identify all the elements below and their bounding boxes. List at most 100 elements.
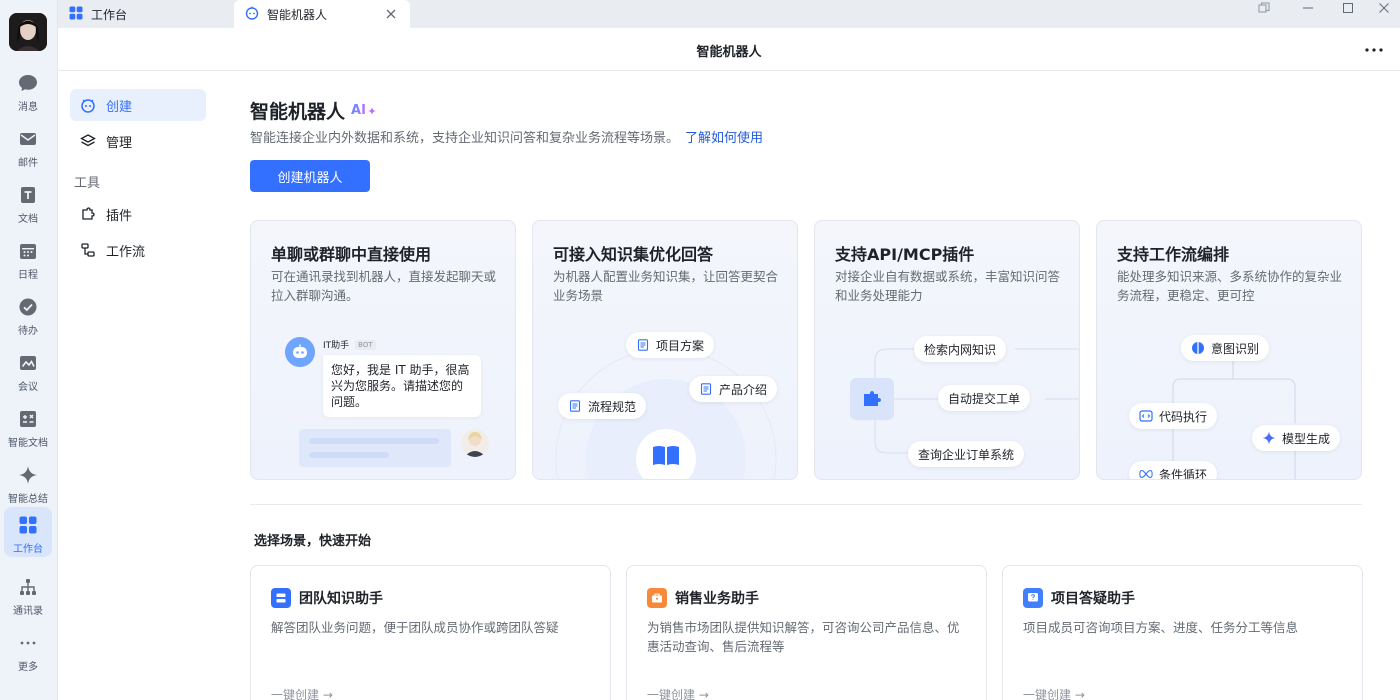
workflow-pill-code: 代码执行: [1129, 403, 1218, 429]
feature-card-workflow: 支持工作流编排 能处理多知识来源、多系统协作的复杂业务流程，更稳定、更可控 意图…: [1096, 220, 1362, 480]
rail-item-docs[interactable]: 文档: [4, 177, 52, 227]
pill-label: 意图识别: [1211, 341, 1260, 356]
scene-desc: 解答团队业务问题，便于团队成员协作或跨团队答疑: [271, 620, 559, 635]
rail-label: 文档: [18, 214, 38, 225]
rail-label: 智能文档: [8, 438, 48, 449]
scene-desc: 为销售市场团队提供知识解答，可咨询公司产品信息、优惠活动查询、售后流程等: [647, 620, 960, 654]
feature-desc: 能处理多知识来源、多系统协作的复杂业务流程，更稳定、更可控: [1117, 269, 1343, 303]
one-click-create-link[interactable]: 一键创建 →: [1023, 686, 1085, 700]
puzzle-icon: [850, 378, 894, 420]
workbench-icon: [69, 6, 83, 23]
plugin-icon: [80, 206, 96, 222]
chat-illustration: IT助手 BOT 您好，我是 IT 助手，很高兴为您服务。请描述您的问题。: [251, 321, 515, 479]
minimize-window-icon[interactable]: [1294, 0, 1322, 16]
nav-label: 管理: [106, 135, 133, 151]
rail-item-smart-summary[interactable]: 智能总结: [4, 457, 52, 507]
ai-badge: AI: [351, 103, 366, 118]
tab-label: 工作台: [91, 7, 128, 22]
rail-item-meeting[interactable]: 会议: [4, 345, 52, 395]
loop-icon: [1139, 467, 1153, 479]
rail-item-calendar[interactable]: 日程: [4, 233, 52, 283]
book-icon: [652, 444, 680, 470]
tab-label: 智能机器人: [267, 7, 328, 22]
learn-how-link[interactable]: 了解如何使用: [685, 131, 763, 146]
nav-item-plugins[interactable]: 插件: [70, 198, 206, 230]
tab-bar: 工作台 智能机器人: [58, 0, 1400, 28]
rail-label: 会议: [18, 382, 38, 393]
create-robot-button[interactable]: 创建机器人: [250, 160, 370, 192]
workflow-pill-intent: 意图识别: [1181, 335, 1270, 361]
rail-label: 消息: [18, 102, 38, 113]
knowledge-illustration: 项目方案 产品介绍 流程规范: [533, 321, 797, 479]
rail-item-smart-doc[interactable]: 智能文档: [4, 401, 52, 451]
bot-name-text: IT助手: [323, 341, 350, 351]
rail-item-contacts[interactable]: 通讯录: [4, 569, 52, 619]
input-placeholder-bar: [299, 429, 451, 467]
question-icon: [1023, 588, 1043, 608]
close-window-icon[interactable]: [1370, 0, 1398, 16]
side-nav: 创建 管理 工具 插件 工作流: [58, 71, 218, 700]
feature-desc: 对接企业自有数据或系统，丰富知识问答和业务处理能力: [835, 269, 1061, 303]
maximize-window-icon[interactable]: [1334, 0, 1362, 16]
sparkle-icon: [367, 106, 376, 115]
plugin-pill-ticket: 自动提交工单: [938, 385, 1031, 411]
chat-bubble: 您好，我是 IT 助手，很高兴为您服务。请描述您的问题。: [323, 355, 481, 417]
workflow-pill-model: 模型生成: [1252, 425, 1341, 451]
sparkle-icon: [17, 464, 39, 486]
rail-item-mail[interactable]: 邮件: [4, 121, 52, 171]
page-title: 智能机器人 AI: [250, 97, 376, 124]
code-icon: [1139, 409, 1153, 423]
layers-icon: [80, 133, 96, 149]
nav-item-workflow[interactable]: 工作流: [70, 234, 206, 266]
knowledge-pill-project: 项目方案: [626, 332, 715, 358]
page-title-text: 智能机器人: [250, 101, 346, 123]
header-title: 智能机器人: [696, 45, 762, 60]
feature-title: 支持API/MCP插件: [835, 245, 975, 264]
pill-label: 项目方案: [656, 338, 705, 353]
restore-window-icon[interactable]: [1250, 0, 1278, 16]
scene-head: 项目答疑助手: [1023, 588, 1135, 608]
feature-card-plugins: 支持API/MCP插件 对接企业自有数据或系统，丰富知识问答和业务处理能力 检索…: [814, 220, 1080, 480]
rail-item-messages[interactable]: 消息: [4, 65, 52, 115]
scene-card-team-knowledge[interactable]: 团队知识助手 解答团队业务问题，便于团队成员协作或跨团队答疑 一键创建 →: [250, 565, 611, 700]
feature-title: 支持工作流编排: [1117, 245, 1230, 264]
calendar-icon: [17, 240, 39, 262]
workbench-icon: [17, 514, 39, 536]
pill-label: 自动提交工单: [948, 391, 1021, 406]
scene-card-project-qa[interactable]: 项目答疑助手 项目成员可咨询项目方案、进度、任务分工等信息 一键创建 →: [1002, 565, 1363, 700]
nav-item-manage[interactable]: 管理: [70, 125, 206, 157]
pill-label: 代码执行: [1159, 409, 1208, 424]
section-divider: [250, 504, 1362, 505]
sparkle-icon: [1262, 431, 1276, 445]
nav-item-create[interactable]: 创建: [70, 89, 206, 121]
one-click-create-link[interactable]: 一键创建 →: [271, 686, 333, 700]
rail-label: 通讯录: [13, 606, 43, 617]
rail-item-more[interactable]: 更多: [4, 625, 52, 675]
feature-title: 可接入知识集优化回答: [553, 245, 714, 264]
page-description: 智能连接企业内外数据和系统，支持企业知识问答和复杂业务流程等场景。 了解如何使用: [250, 127, 763, 146]
rail-label: 邮件: [18, 158, 38, 169]
close-icon[interactable]: [384, 7, 398, 21]
scene-card-sales[interactable]: 销售业务助手 为销售市场团队提供知识解答，可咨询公司产品信息、优惠活动查询、售后…: [626, 565, 987, 700]
file-icon: [568, 399, 582, 413]
more-icon: [17, 632, 39, 654]
rail-item-todo[interactable]: 待办: [4, 289, 52, 339]
scene-desc: 项目成员可咨询项目方案、进度、任务分工等信息: [1023, 620, 1299, 635]
robot-icon: [245, 6, 259, 23]
robot-icon: [80, 97, 96, 113]
pill-label: 模型生成: [1282, 431, 1331, 446]
pill-label: 条件循环: [1159, 467, 1208, 480]
more-options-icon[interactable]: [1362, 40, 1386, 60]
bot-name: IT助手 BOT: [323, 338, 376, 351]
one-click-create-link[interactable]: 一键创建 →: [647, 686, 709, 700]
rail-label: 智能总结: [8, 494, 48, 505]
main-content: 智能机器人 AI 智能连接企业内外数据和系统，支持企业知识问答和复杂业务流程等场…: [218, 71, 1400, 700]
bot-avatar: [285, 337, 315, 367]
avatar[interactable]: [9, 13, 47, 51]
tab-workbench[interactable]: 工作台: [58, 0, 234, 28]
feature-card-knowledge: 可接入知识集优化回答 为机器人配置业务知识集，让回答更契合业务场景 项目方案 产…: [532, 220, 798, 480]
rail-item-workbench[interactable]: 工作台: [4, 507, 52, 557]
scenes-section-title: 选择场景，快速开始: [254, 534, 372, 549]
contacts-icon: [17, 576, 39, 598]
tab-smart-robot[interactable]: 智能机器人: [234, 0, 410, 28]
